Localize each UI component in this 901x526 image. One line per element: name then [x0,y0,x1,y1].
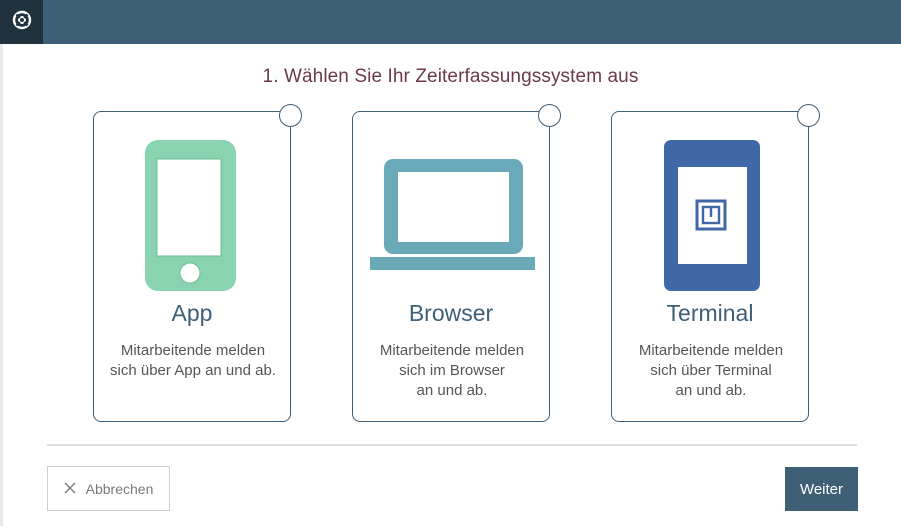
app-logo[interactable] [0,0,43,44]
option-card-app[interactable]: App Mitarbeitende melden sich über App a… [93,104,302,422]
footer-divider [47,444,857,446]
cancel-button-label: Abbrechen [85,480,154,497]
top-bar [0,0,901,44]
option-title: App [171,300,213,326]
option-title: Browser [408,300,494,326]
option-title: Terminal [666,300,754,326]
smartphone-icon [145,140,236,291]
terminal-device-icon [664,140,760,291]
page-title: 1. Wählen Sie Ihr Zeiterfassungssystem a… [262,66,639,87]
close-icon [64,481,76,497]
next-button[interactable]: Weiter [785,467,858,511]
option-card-terminal[interactable]: Terminal Mitarbeitende melden sich über … [611,104,820,422]
lifebuoy-icon [12,10,32,35]
left-border [0,44,3,526]
laptop-icon [370,159,535,270]
option-description: Mitarbeitende melden sich über Terminal … [638,342,784,399]
option-description: Mitarbeitende melden sich im Browser an … [379,342,525,399]
next-button-label: Weiter [799,480,844,498]
option-card-browser[interactable]: Browser Mitarbeitende melden sich im Bro… [352,104,561,422]
cancel-button[interactable]: Abbrechen [47,466,170,511]
option-description: Mitarbeitende melden sich über App an un… [110,342,276,379]
